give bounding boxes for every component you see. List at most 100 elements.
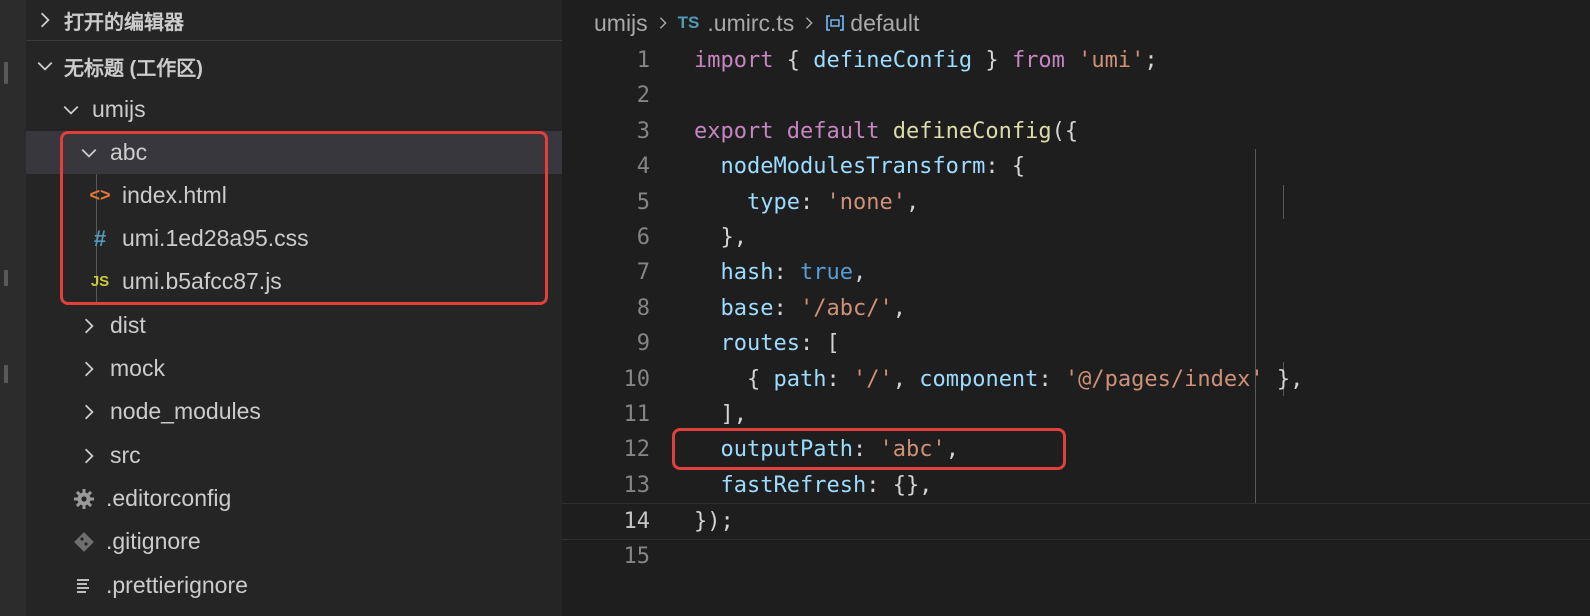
tree-file-prettierignore[interactable]: .prettierignore — [26, 564, 608, 607]
tree-item-label: src — [110, 442, 141, 468]
code-token: : — [826, 366, 853, 392]
code-token: export — [694, 118, 774, 144]
code-token: , — [905, 189, 920, 215]
tree-item-label: .gitignore — [106, 528, 201, 554]
chevron-right-icon — [806, 17, 813, 29]
code-token: base — [720, 295, 774, 321]
code-line[interactable]: 6 }, — [562, 220, 1590, 255]
code-token: default — [786, 118, 880, 144]
code-token: component — [919, 366, 1039, 392]
code-line[interactable]: 15 — [562, 539, 1590, 574]
code-text: { path: '/', component: '@/pages/index' … — [694, 367, 1303, 392]
line-number: 12 — [623, 437, 651, 463]
code-line[interactable]: 11 ], — [562, 397, 1590, 432]
chevron-down-icon — [63, 105, 79, 115]
code-line[interactable]: 3 export default defineConfig({ — [562, 114, 1590, 149]
code-token: }, — [694, 225, 747, 250]
line-number: 6 — [636, 225, 650, 250]
code-line[interactable]: 9 routes: [ — [562, 326, 1590, 361]
workspace-label: 无标题 (工作区) — [64, 57, 203, 80]
breadcrumb: umijs TS .umirc.ts default — [594, 6, 919, 40]
line-number: 9 — [636, 331, 650, 357]
code-token: path — [773, 366, 827, 392]
code-token: , — [852, 260, 867, 286]
code-text: hash: true, — [694, 260, 867, 286]
code-token: { — [694, 366, 774, 392]
code-line[interactable]: 14}); — [562, 503, 1590, 541]
git-icon — [74, 531, 94, 552]
tree-folder-dist[interactable]: dist — [26, 304, 616, 347]
tree-file-editorconfig[interactable]: .editorconfig — [26, 477, 608, 520]
code-line[interactable]: 8 base: '/abc/', — [562, 291, 1590, 326]
code-token: type — [746, 189, 800, 215]
code-token: ({ — [1051, 118, 1079, 144]
tree-item-label: mock — [110, 355, 165, 381]
line-number: 8 — [636, 295, 650, 321]
code-line[interactable]: 13 fastRefresh: {}, — [562, 468, 1590, 503]
chevron-right-icon — [84, 318, 94, 333]
activity-bar — [0, 0, 26, 616]
code-token: import — [694, 48, 774, 73]
code-text: nodeModulesTransform: { — [694, 154, 1026, 180]
code-text: }); — [694, 509, 734, 534]
open-editors-section[interactable]: 打开的编辑器 — [26, 0, 562, 41]
tree-item-label: node_modules — [110, 398, 261, 424]
explorer-sidebar: 打开的编辑器 无标题 (工作区) umijs abc <> index.html… — [26, 0, 616, 616]
highlight-box-output-path — [672, 428, 1066, 470]
code-token: ; — [1144, 48, 1158, 73]
vscode-window: 打开的编辑器 无标题 (工作区) umijs abc <> index.html… — [0, 0, 1590, 616]
code-token: , — [892, 295, 906, 321]
code-line[interactable]: 1 import { defineConfig } from 'umi'; — [562, 43, 1590, 78]
code-token: '/' — [852, 366, 893, 392]
chevron-right-icon — [659, 17, 667, 29]
line-number: 2 — [636, 83, 650, 109]
code-token: }); — [694, 509, 734, 535]
activity-bar-marker — [4, 270, 8, 286]
code-token: fastRefresh — [720, 472, 867, 498]
code-token: : — [799, 189, 827, 215]
breadcrumb-file[interactable]: .umirc.ts — [707, 10, 794, 37]
code-line[interactable]: 7 hash: true, — [562, 255, 1590, 290]
code-line[interactable]: 4 nodeModulesTransform: { — [562, 149, 1590, 184]
tree-item-label: dist — [110, 312, 146, 338]
code-token: : — [773, 260, 800, 286]
chevron-right-icon — [84, 361, 94, 376]
workspace-section[interactable]: 无标题 (工作区) — [26, 46, 562, 86]
tree-folder-src[interactable]: src — [26, 434, 616, 477]
activity-bar-marker — [4, 365, 8, 383]
code-text: export default defineConfig({ — [694, 119, 1078, 144]
tree-folder-node-modules[interactable]: node_modules — [26, 390, 616, 433]
line-number: 5 — [636, 189, 650, 215]
tree-folder-mock[interactable]: mock — [26, 347, 616, 390]
code-line[interactable]: 2 — [562, 78, 1590, 113]
code-token: nodeModulesTransform — [720, 154, 986, 180]
code-text: }, — [694, 225, 747, 250]
breadcrumb-folder[interactable]: umijs — [594, 10, 648, 37]
code-token: from — [1011, 48, 1065, 73]
tree-file-gitignore[interactable]: .gitignore — [26, 520, 608, 563]
chevron-right-icon — [40, 12, 50, 28]
open-editors-label: 打开的编辑器 — [64, 11, 184, 34]
code-editor[interactable]: umijs TS .umirc.ts default 1 import { def… — [562, 0, 1590, 616]
code-token: , — [892, 366, 920, 392]
tree-folder-umijs[interactable]: umijs — [26, 88, 598, 131]
line-number: 11 — [623, 402, 651, 427]
breadcrumb-symbol[interactable]: default — [850, 10, 919, 37]
lines-icon — [77, 578, 89, 593]
line-number: 15 — [623, 543, 651, 569]
code-line[interactable]: 5 type: 'none', — [562, 185, 1590, 220]
code-line[interactable]: 10 { path: '/', component: '@/pages/inde… — [562, 362, 1590, 397]
code-token: defineConfig — [813, 48, 973, 73]
code-token: : {}, — [866, 472, 933, 498]
line-number: 10 — [623, 366, 651, 392]
line-number: 13 — [623, 472, 651, 498]
code-token: true — [799, 260, 853, 286]
code-token: '/abc/' — [799, 295, 893, 321]
